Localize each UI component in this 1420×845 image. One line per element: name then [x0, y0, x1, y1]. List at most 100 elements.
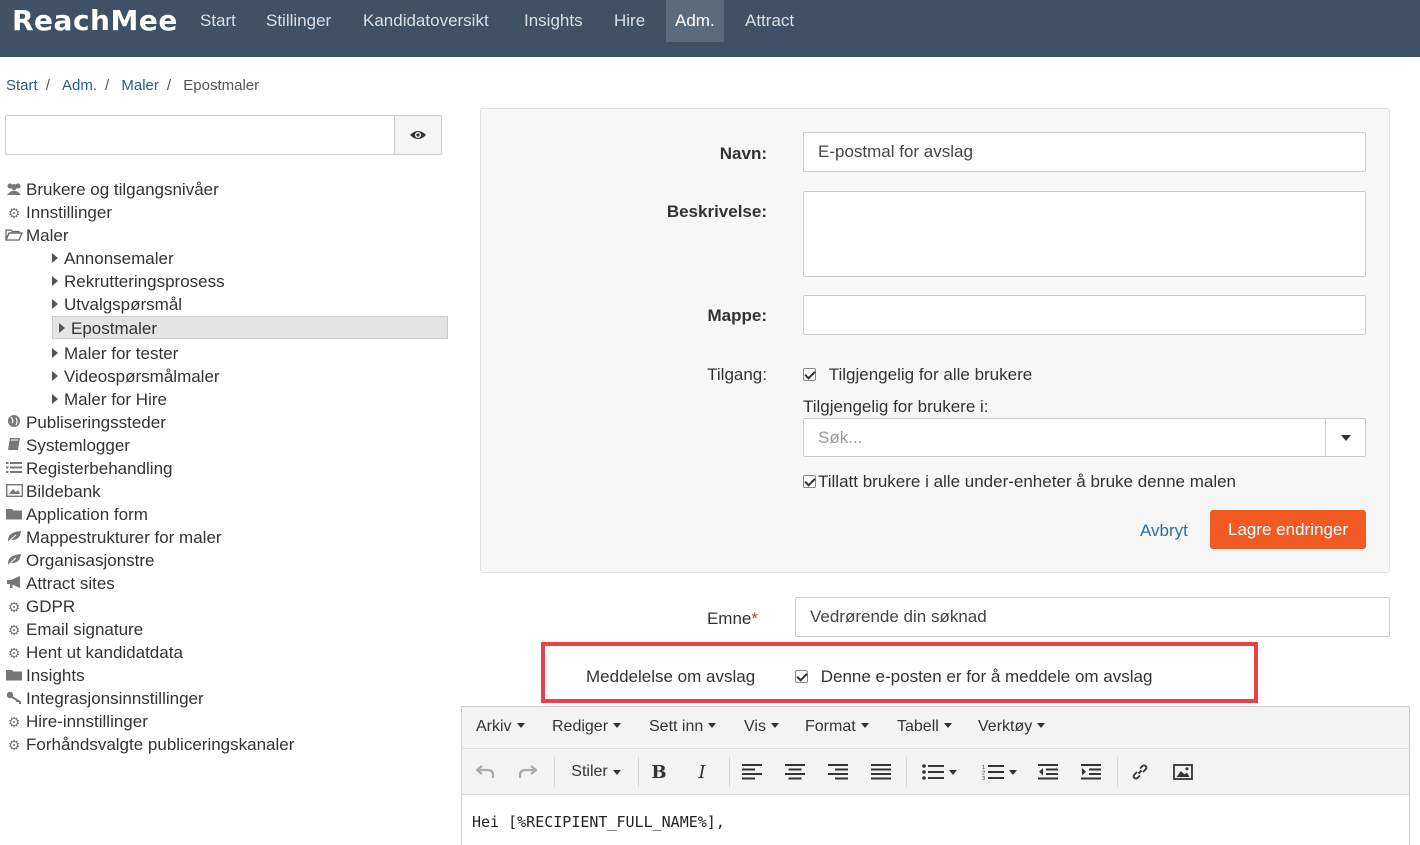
chevron-down-icon: [708, 723, 717, 728]
sidebar-item-epostmaler[interactable]: Epostmaler: [52, 316, 448, 339]
top-navbar: ReachMee Start Stillinger Kandidatoversi…: [0, 0, 1420, 57]
description-textarea[interactable]: [803, 191, 1366, 277]
sidebar-item-integrasjonsinnstillinger[interactable]: Integrasjonsinnstillinger: [5, 687, 204, 710]
sidebar-item-label: Systemlogger: [26, 436, 130, 455]
sidebar-item-annonsemaler[interactable]: Annonsemaler: [52, 247, 174, 270]
numbered-list-icon[interactable]: 123: [976, 761, 1022, 783]
sidebar-item-publiseringssteder[interactable]: Publiseringssteder: [5, 411, 166, 434]
sidebar-item-maler[interactable]: Maler: [5, 224, 69, 247]
sidebar-item-maler-for-tester[interactable]: Maler for tester: [52, 342, 178, 365]
unit-search-input[interactable]: Søk...: [803, 418, 1366, 457]
sidebar-search-input[interactable]: [5, 115, 442, 155]
align-right-icon[interactable]: [827, 761, 849, 783]
gear-icon: ⚙: [7, 645, 21, 661]
chevron-down-icon: [943, 723, 952, 728]
sidebar-item-rekrutteringsprosess[interactable]: Rekrutteringsprosess: [52, 270, 225, 293]
unit-dropdown-button[interactable]: [1325, 419, 1365, 456]
gear-icon: ⚙: [7, 599, 21, 615]
allow-subunits-checkbox[interactable]: Tillatt brukere i alle under-enheter å b…: [803, 472, 1236, 492]
name-field[interactable]: E-postmal for avslag: [803, 132, 1366, 172]
sidebar-item-hire-innstillinger[interactable]: ⚙ Hire-innstillinger: [5, 710, 148, 733]
toggle-visibility-button[interactable]: [394, 116, 441, 154]
nav-start[interactable]: Start: [191, 0, 245, 42]
sidebar-item-registerbehandling[interactable]: Registerbehandling: [5, 457, 173, 480]
bold-icon[interactable]: B: [648, 761, 670, 783]
styles-dropdown[interactable]: Stiler: [566, 761, 626, 783]
cancel-button[interactable]: Avbryt: [1140, 521, 1188, 541]
chevron-down-icon[interactable]: [948, 769, 957, 775]
sidebar-item-brukere[interactable]: Brukere og tilgangsnivåer: [5, 178, 219, 201]
sidebar-item-application-form[interactable]: Application form: [5, 503, 148, 526]
access-all-checkbox[interactable]: Tilgjengelig for alle brukere: [803, 365, 1032, 385]
checkbox-checked[interactable]: [803, 368, 816, 381]
menu-tabell[interactable]: Tabell: [897, 718, 952, 736]
nav-hire[interactable]: Hire: [605, 0, 654, 42]
reachmee-logo[interactable]: ReachMee: [12, 4, 178, 37]
nav-insights[interactable]: Insights: [515, 0, 592, 42]
menu-sett-inn[interactable]: Sett inn: [649, 718, 717, 736]
sidebar-item-organisasjonstre[interactable]: Organisasjonstre: [5, 549, 155, 572]
sidebar-item-bildebank[interactable]: Bildebank: [5, 480, 101, 503]
redo-icon[interactable]: [517, 761, 539, 783]
sidebar-item-hent-ut-kandidatdata[interactable]: ⚙ Hent ut kandidatdata: [5, 641, 183, 664]
save-button[interactable]: Lagre endringer: [1210, 510, 1366, 549]
folder-icon: [5, 665, 23, 688]
sidebar-item-innstillinger[interactable]: ⚙ Innstillinger: [5, 201, 112, 224]
sidebar-item-gdpr[interactable]: ⚙ GDPR: [5, 595, 75, 618]
gear-icon: ⚙: [7, 622, 21, 638]
checkbox-checked[interactable]: [795, 670, 808, 683]
nav-stillinger[interactable]: Stillinger: [257, 0, 340, 42]
align-left-icon[interactable]: [741, 761, 763, 783]
indent-icon[interactable]: [1080, 761, 1102, 783]
sidebar-item-attract-sites[interactable]: Attract sites: [5, 572, 115, 595]
italic-icon[interactable]: I: [691, 761, 713, 783]
nav-kandidatoversikt[interactable]: Kandidatoversikt: [354, 0, 498, 42]
sidebar-item-label: Organisasjonstre: [26, 551, 155, 570]
breadcrumb-start[interactable]: Start: [6, 77, 38, 94]
menu-rediger[interactable]: Rediger: [552, 718, 622, 736]
chevron-down-icon: [1340, 434, 1351, 441]
undo-icon[interactable]: [474, 761, 496, 783]
align-center-icon[interactable]: [784, 761, 806, 783]
sidebar-item-maler-for-hire[interactable]: Maler for Hire: [52, 388, 167, 411]
link-icon[interactable]: [1129, 761, 1151, 783]
insert-image-icon[interactable]: [1172, 761, 1194, 783]
description-label: Beskrivelse:: [666, 202, 767, 221]
sidebar-item-forhandsvalgte[interactable]: ⚙ Forhåndsvalgte publiceringskanaler: [5, 733, 295, 756]
chevron-down-icon: [613, 723, 622, 728]
menu-format[interactable]: Format: [805, 718, 869, 736]
subject-field[interactable]: Vedrørende din søknad: [795, 597, 1390, 637]
menu-arkiv[interactable]: Arkiv: [476, 718, 525, 736]
sidebar-item-label: Epostmaler: [71, 319, 157, 338]
menu-verktoy[interactable]: Verktøy: [978, 718, 1046, 736]
nav-adm[interactable]: Adm.: [666, 0, 724, 42]
align-justify-icon[interactable]: [870, 761, 892, 783]
breadcrumb-adm[interactable]: Adm.: [62, 77, 97, 94]
sidebar-item-label: Rekrutteringsprosess: [64, 272, 225, 291]
folder-select[interactable]: [803, 295, 1366, 335]
sidebar-item-mappestrukturer[interactable]: Mappestrukturer for maler: [5, 526, 222, 549]
rejection-checkbox[interactable]: Denne e-posten er for å meddele om avsla…: [795, 667, 1152, 687]
editor-content[interactable]: Hei [%RECIPIENT_FULL_NAME%],: [472, 813, 725, 831]
sidebar-item-insights[interactable]: Insights: [5, 664, 85, 687]
nav-attract[interactable]: Attract: [736, 0, 803, 42]
sidebar-item-label: Brukere og tilgangsnivåer: [26, 180, 219, 199]
checkbox-checked[interactable]: [803, 475, 816, 488]
available-for-label: Tilgjengelig for brukere i:: [803, 397, 989, 416]
outdent-icon[interactable]: [1037, 761, 1059, 783]
sidebar-item-systemlogger[interactable]: Systemlogger: [5, 434, 130, 457]
sidebar-item-email-signature[interactable]: ⚙ Email signature: [5, 618, 143, 641]
subject-label-text: Emne: [706, 609, 752, 628]
menu-vis[interactable]: Vis: [744, 718, 779, 736]
sidebar-item-label: Publiseringssteder: [26, 413, 166, 432]
sidebar-item-utvalgsporsmal[interactable]: Utvalgspørsmål: [52, 293, 182, 316]
sidebar-item-label: Hent ut kandidatdata: [26, 643, 183, 662]
chevron-down-icon[interactable]: [1008, 769, 1017, 775]
sidebar-item-label: Integrasjonsinnstillinger: [26, 689, 204, 708]
eye-icon: [410, 131, 426, 139]
sidebar-item-videosporsmalmaler[interactable]: Videospørsmålmaler: [52, 365, 220, 388]
breadcrumb-maler[interactable]: Maler: [121, 77, 159, 94]
sidebar-item-label: Utvalgspørsmål: [64, 295, 183, 314]
bullet-list-icon[interactable]: [916, 761, 962, 783]
toolbar-divider: [554, 757, 555, 787]
